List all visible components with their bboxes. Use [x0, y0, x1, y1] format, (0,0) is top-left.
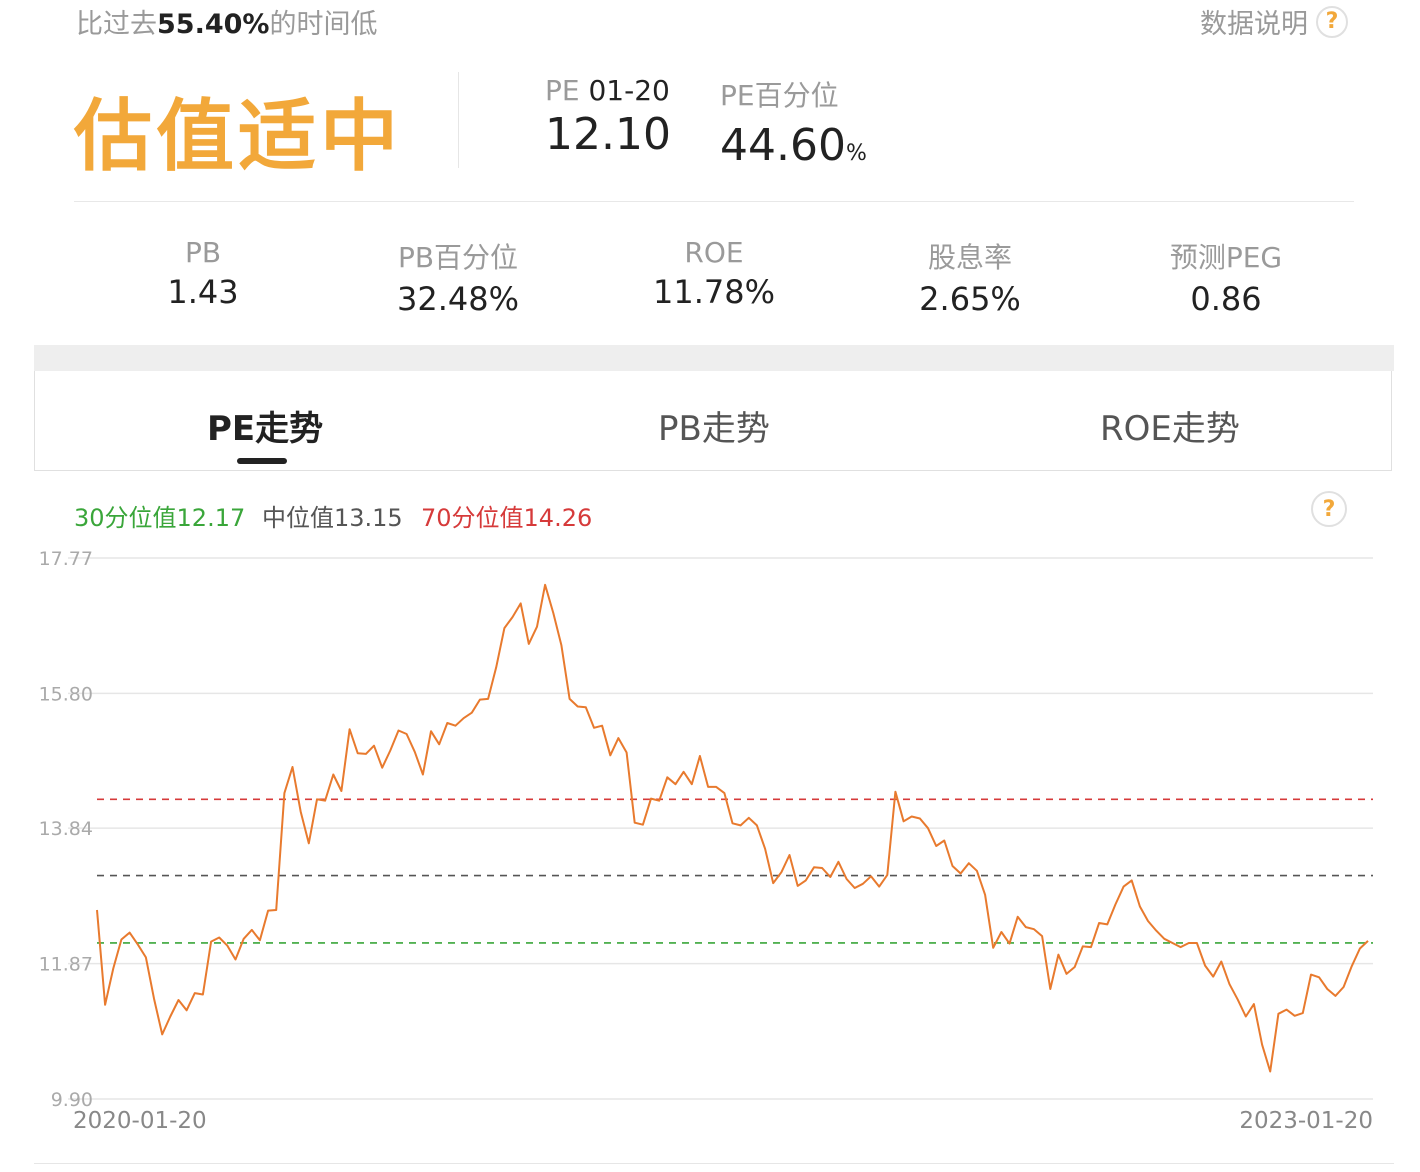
- metric-value: 1.43: [167, 273, 239, 311]
- metric-pb-percentile: PB百分位 32.48%: [343, 236, 573, 318]
- percent-unit: %: [845, 141, 867, 166]
- pe-value: 12.10: [545, 109, 671, 160]
- pe-block: PE 01-20 12.10: [545, 74, 671, 160]
- pe-date: 01-20: [588, 74, 670, 107]
- reference-lines: [97, 798, 1373, 944]
- data-explain-link[interactable]: 数据说明 ?: [1200, 2, 1348, 41]
- bottom-divider: [34, 1163, 1394, 1164]
- tab-roe-trend[interactable]: ROE走势: [1100, 401, 1240, 450]
- section-divider: [74, 201, 1354, 202]
- metric-label: 预测PEG: [1169, 241, 1283, 274]
- legend-median: 中位值13.15: [262, 504, 403, 532]
- metric-label: PB: [184, 236, 222, 269]
- metric-forecast-peg: 预测PEG 0.86: [1111, 236, 1341, 318]
- pe-percentile-label: PE百分位: [720, 79, 839, 112]
- legend-70th-percentile: 70分位值14.26: [421, 504, 593, 532]
- pe-percentile-value: 44.60%: [720, 120, 867, 171]
- help-icon[interactable]: ?: [1316, 5, 1348, 38]
- trend-tab-bar: PE走势 PB走势 ROE走势: [34, 371, 1392, 471]
- x-axis-end-label: 2023-01-20: [1239, 1108, 1373, 1134]
- x-axis-start-label: 2020-01-20: [73, 1108, 207, 1134]
- tab-pe-trend[interactable]: PE走势: [207, 401, 323, 450]
- grid-lines: [68, 557, 1373, 1100]
- note-prefix: 比过去: [76, 9, 157, 40]
- legend-30th-percentile: 30分位值12.17: [74, 504, 246, 532]
- data-explain-label: 数据说明: [1200, 9, 1308, 40]
- metric-roe: ROE 11.78%: [599, 236, 829, 311]
- pe-label: PE 01-20: [545, 74, 670, 107]
- vertical-divider: [458, 72, 459, 168]
- relative-valuation-note: 比过去55.40%的时间低: [76, 2, 377, 41]
- tab-pb-trend[interactable]: PB走势: [658, 401, 770, 450]
- y-tick-label: 13.84: [39, 818, 93, 840]
- metric-value: 2.65%: [919, 280, 1021, 318]
- metric-value: 0.86: [1190, 280, 1262, 318]
- y-axis-ticks: 17.7715.8013.8411.879.90: [39, 548, 93, 1111]
- note-percent: 55.40%: [157, 9, 270, 40]
- metric-pb: PB 1.43: [88, 236, 318, 311]
- metric-value: 11.78%: [652, 273, 775, 311]
- metric-label: PB百分位: [397, 241, 519, 274]
- section-separator: [34, 345, 1394, 371]
- chart-help-icon[interactable]: ?: [1311, 491, 1347, 527]
- pe-trend-chart: 17.7715.8013.8411.879.90 2020-01-20 2023…: [39, 548, 1373, 1134]
- metric-value: 32.48%: [396, 280, 519, 318]
- active-tab-indicator: [237, 458, 287, 464]
- y-tick-label: 17.77: [39, 548, 93, 570]
- y-tick-label: 11.87: [39, 954, 93, 976]
- valuation-verdict: 估值适中: [74, 92, 403, 182]
- metric-dividend-yield: 股息率 2.65%: [855, 236, 1085, 318]
- note-suffix: 的时间低: [269, 9, 378, 40]
- metric-label: ROE: [684, 236, 744, 269]
- y-tick-label: 15.80: [39, 683, 93, 705]
- pe-percentile-block: PE百分位 44.60%: [720, 74, 867, 171]
- metric-label: 股息率: [927, 241, 1012, 274]
